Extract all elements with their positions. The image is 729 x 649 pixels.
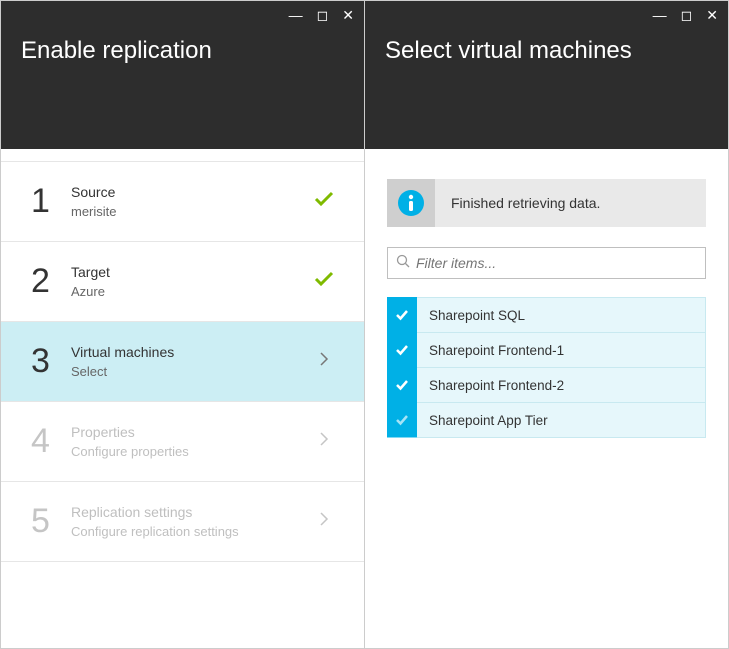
list-item[interactable]: Sharepoint SQL xyxy=(387,297,706,333)
step-title: Target xyxy=(71,264,310,280)
step-subtitle: Select xyxy=(71,364,310,379)
step-labels: Target Azure xyxy=(71,264,310,299)
step-labels: Replication settings Configure replicati… xyxy=(71,504,310,539)
vm-name: Sharepoint SQL xyxy=(417,297,706,333)
filter-input[interactable] xyxy=(410,255,697,271)
step-subtitle: Configure properties xyxy=(71,444,310,459)
vms-body: Finished retrieving data. Sharepoint SQL xyxy=(365,149,728,648)
step-subtitle: Configure replication settings xyxy=(71,524,310,539)
step-labels: Virtual machines Select xyxy=(71,344,310,379)
step-title: Replication settings xyxy=(71,504,310,520)
step-properties[interactable]: 4 Properties Configure properties xyxy=(1,402,364,482)
minimize-icon[interactable]: — xyxy=(289,7,303,24)
step-number: 2 xyxy=(31,262,71,301)
step-subtitle: merisite xyxy=(71,204,310,219)
step-title: Virtual machines xyxy=(71,344,310,360)
search-icon xyxy=(396,254,410,273)
step-number: 3 xyxy=(31,342,71,381)
chevron-right-icon xyxy=(310,431,338,452)
step-labels: Properties Configure properties xyxy=(71,424,310,459)
step-subtitle: Azure xyxy=(71,284,310,299)
checkbox-checked-icon[interactable] xyxy=(387,402,417,438)
steps-body: 1 Source merisite 2 Target Azure xyxy=(1,149,364,648)
status-bar: Finished retrieving data. xyxy=(387,179,706,227)
check-icon xyxy=(310,191,338,212)
status-text: Finished retrieving data. xyxy=(435,195,616,211)
step-number: 4 xyxy=(31,422,71,461)
list-item[interactable]: Sharepoint App Tier xyxy=(387,402,706,438)
step-number: 1 xyxy=(31,182,71,221)
checkbox-checked-icon[interactable] xyxy=(387,297,417,333)
vm-list: Sharepoint SQL Sharepoint Frontend-1 Sha… xyxy=(387,297,706,438)
check-icon xyxy=(310,271,338,292)
window-controls-right: — ◻ ✕ xyxy=(653,7,718,24)
window-controls-left: — ◻ ✕ xyxy=(289,7,354,24)
filter-box[interactable] xyxy=(387,247,706,279)
step-labels: Source merisite xyxy=(71,184,310,219)
vm-name: Sharepoint Frontend-2 xyxy=(417,367,706,403)
chevron-right-icon xyxy=(310,351,338,372)
panel-vms-title: Select virtual machines xyxy=(385,37,708,65)
panel-select-vms: — ◻ ✕ Select virtual machines Finished r… xyxy=(365,1,728,648)
list-item[interactable]: Sharepoint Frontend-2 xyxy=(387,367,706,403)
step-number: 5 xyxy=(31,502,71,541)
maximize-icon[interactable]: ◻ xyxy=(681,7,693,24)
checkbox-checked-icon[interactable] xyxy=(387,332,417,368)
maximize-icon[interactable]: ◻ xyxy=(317,7,329,24)
chevron-right-icon xyxy=(310,511,338,532)
vm-name: Sharepoint App Tier xyxy=(417,402,706,438)
list-item[interactable]: Sharepoint Frontend-1 xyxy=(387,332,706,368)
minimize-icon[interactable]: — xyxy=(653,7,667,24)
panel-steps-header: — ◻ ✕ Enable replication xyxy=(1,1,364,149)
steps-list: 1 Source merisite 2 Target Azure xyxy=(1,149,364,562)
step-title: Source xyxy=(71,184,310,200)
step-virtual-machines[interactable]: 3 Virtual machines Select xyxy=(1,322,364,402)
step-title: Properties xyxy=(71,424,310,440)
panel-steps-title: Enable replication xyxy=(21,37,344,65)
step-source[interactable]: 1 Source merisite xyxy=(1,161,364,242)
vm-name: Sharepoint Frontend-1 xyxy=(417,332,706,368)
panel-steps: — ◻ ✕ Enable replication 1 Source merisi… xyxy=(1,1,365,648)
step-target[interactable]: 2 Target Azure xyxy=(1,242,364,322)
panel-vms-header: — ◻ ✕ Select virtual machines xyxy=(365,1,728,149)
close-icon[interactable]: ✕ xyxy=(342,7,354,24)
checkbox-checked-icon[interactable] xyxy=(387,367,417,403)
step-replication-settings[interactable]: 5 Replication settings Configure replica… xyxy=(1,482,364,562)
close-icon[interactable]: ✕ xyxy=(706,7,718,24)
info-icon xyxy=(387,179,435,227)
app-root: — ◻ ✕ Enable replication 1 Source merisi… xyxy=(0,0,729,649)
